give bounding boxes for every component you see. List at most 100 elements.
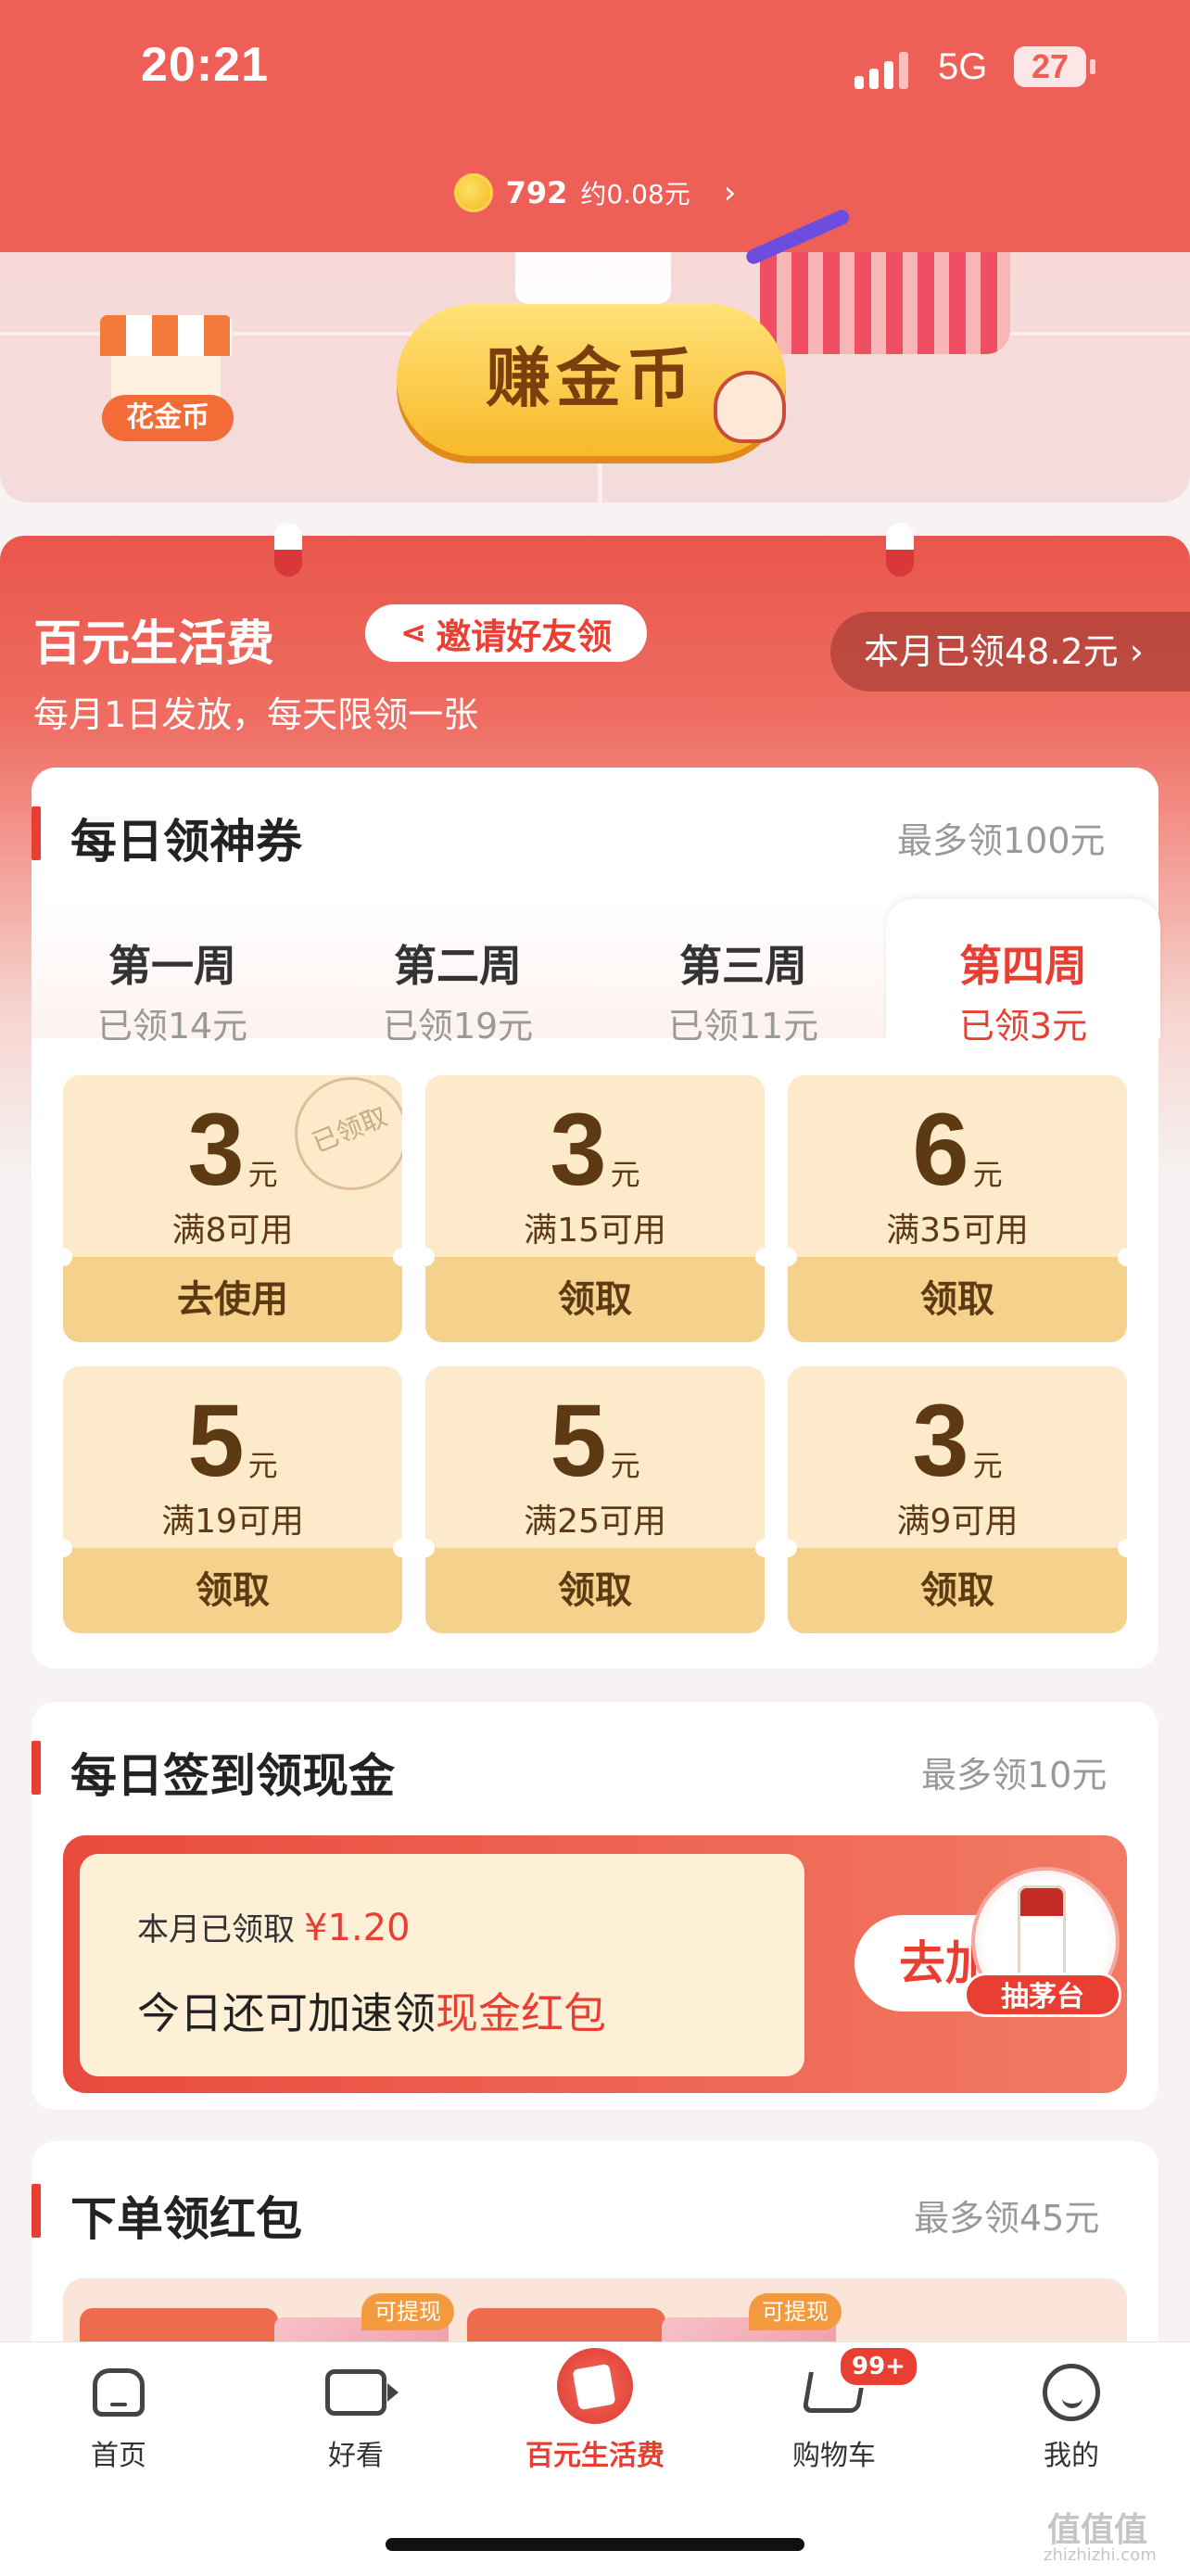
pin-icon xyxy=(274,523,302,577)
coin-icon xyxy=(453,173,493,212)
order-redpack-max: 最多领45元 xyxy=(914,2198,1100,2239)
invite-friends-button[interactable]: ⋖ 邀请好友领 xyxy=(365,604,647,662)
home-indicator[interactable] xyxy=(386,2538,804,2551)
cart-count-badge: 99+ xyxy=(838,2345,919,2388)
profile-icon xyxy=(1043,2364,1100,2421)
coupon-condition: 满25可用 xyxy=(524,1503,666,1541)
tab-home[interactable]: 首页 xyxy=(26,2360,211,2473)
video-icon xyxy=(325,2369,399,2416)
section-marker xyxy=(32,2184,41,2238)
tab-label: 好看 xyxy=(328,2440,384,2472)
daily-checkin-max: 最多领10元 xyxy=(921,1755,1108,1796)
month-claimed-label: 本月已领取 xyxy=(137,1911,295,1948)
chevron-right-icon: › xyxy=(723,174,737,211)
tab-week-3[interactable]: 第三周 已领11元 xyxy=(606,899,880,1047)
share-icon: ⋖ xyxy=(399,615,427,652)
section-marker xyxy=(32,1741,41,1795)
tab-watch[interactable]: 好看 xyxy=(263,2360,449,2473)
basket-illustration xyxy=(760,252,1010,354)
coupon-card: 3元 满8可用 已领取 去使用 xyxy=(63,1075,402,1342)
tab-living-allowance[interactable]: 百元生活费 xyxy=(502,2348,688,2473)
claim-coupon-button[interactable]: 领取 xyxy=(425,1257,765,1342)
daily-checkin-title: 每日签到领现金 xyxy=(70,1749,395,1803)
coupon-value: 3 xyxy=(912,1384,969,1498)
page-subtitle: 每月1日发放，每天限领一张 xyxy=(33,694,479,735)
week-name: 第一周 xyxy=(108,941,236,991)
daily-coupons-max: 最多领100元 xyxy=(897,820,1106,861)
network-type: 5G xyxy=(938,46,988,87)
tab-week-1[interactable]: 第一周 已领14元 xyxy=(35,899,310,1047)
gift-box-illustration xyxy=(515,252,671,304)
coupon-unit: 元 xyxy=(972,1449,1003,1482)
cash-info xyxy=(80,1854,804,2076)
coupon-card: 3元 满15可用 领取 xyxy=(425,1075,765,1342)
claim-coupon-button[interactable]: 领取 xyxy=(425,1548,765,1633)
coupon-value: 5 xyxy=(550,1384,607,1498)
tab-label: 我的 xyxy=(1044,2440,1099,2472)
watermark-logo: 值值值 xyxy=(1047,2511,1148,2549)
coupon-unit: 元 xyxy=(610,1158,640,1191)
living-allowance-icon xyxy=(557,2348,633,2424)
watermark-site: zhizhizhi.com xyxy=(1044,2545,1157,2565)
battery-icon: 27 xyxy=(1014,46,1086,87)
month-claimed-button[interactable]: 本月已领48.2元 › xyxy=(830,612,1190,692)
coupon-card: 5元 满25可用 领取 xyxy=(425,1366,765,1633)
coupon-card: 5元 满19可用 领取 xyxy=(63,1366,402,1633)
speedup-text: 今日还可加速领现金红包 xyxy=(137,1980,606,2041)
page-title: 百元生活费 xyxy=(33,616,275,672)
week-amount: 已领3元 xyxy=(958,1006,1088,1047)
status-time: 20:21 xyxy=(141,38,269,92)
use-coupon-button[interactable]: 去使用 xyxy=(63,1257,402,1342)
signal-icon xyxy=(855,52,919,89)
coupon-condition: 满9可用 xyxy=(896,1503,1019,1541)
claim-coupon-button[interactable]: 领取 xyxy=(788,1257,1127,1342)
coin-balance[interactable]: 792 约0.08元 › xyxy=(0,165,1190,221)
coupon-condition: 满19可用 xyxy=(161,1503,304,1541)
coupon-unit: 元 xyxy=(610,1449,640,1482)
pin-icon xyxy=(886,523,914,577)
coin-count: 792 xyxy=(505,175,568,210)
coupon-value: 3 xyxy=(550,1093,607,1207)
week-name: 第三周 xyxy=(679,941,807,991)
tab-week-4[interactable]: 第四周 已领3元 xyxy=(886,899,1160,1047)
coupon-unit: 元 xyxy=(247,1158,278,1191)
coupon-condition: 满15可用 xyxy=(524,1212,666,1250)
tab-week-2[interactable]: 第二周 已领19元 xyxy=(321,899,595,1047)
month-claimed-text: 本月已领取 ¥1.20 xyxy=(137,1904,411,1949)
month-claimed-amount: ¥1.20 xyxy=(304,1907,411,1949)
coupon-card: 3元 满9可用 领取 xyxy=(788,1366,1127,1633)
week-amount: 已领14元 xyxy=(96,1006,248,1047)
spend-coins-button[interactable]: 花金币 xyxy=(102,395,234,441)
tab-label: 首页 xyxy=(91,2440,146,2472)
week-amount: 已领11元 xyxy=(667,1006,819,1047)
tab-label: 购物车 xyxy=(792,2440,876,2472)
week-amount: 已领19元 xyxy=(382,1006,534,1047)
coin-equivalent: 约0.08元 xyxy=(580,179,690,209)
tab-profile[interactable]: 我的 xyxy=(979,2360,1164,2473)
section-marker xyxy=(32,806,41,860)
tab-label: 百元生活费 xyxy=(525,2440,665,2472)
coupon-condition: 满35可用 xyxy=(886,1212,1029,1250)
speedup-prefix: 今日还可加速领 xyxy=(137,1988,436,2038)
battery-tip xyxy=(1090,59,1095,74)
coupon-unit: 元 xyxy=(247,1449,278,1482)
withdrawable-tag: 可提现 xyxy=(361,2293,454,2330)
coupon-value: 6 xyxy=(912,1093,969,1207)
order-redpack-title: 下单领红包 xyxy=(70,2192,302,2246)
claim-coupon-button[interactable]: 领取 xyxy=(63,1548,402,1633)
week-name: 第四周 xyxy=(959,941,1087,991)
coupon-unit: 元 xyxy=(972,1158,1003,1191)
invite-label: 邀请好友领 xyxy=(436,615,613,657)
coupon-value: 3 xyxy=(187,1093,245,1207)
week-name: 第二周 xyxy=(394,941,522,991)
coupon-value: 5 xyxy=(187,1384,245,1498)
daily-coupons-title: 每日领神券 xyxy=(70,815,302,869)
pointing-hand-icon xyxy=(714,371,786,443)
coupon-card: 6元 满35可用 领取 xyxy=(788,1075,1127,1342)
cash-redpack-highlight: 现金红包 xyxy=(436,1988,606,2038)
coupon-condition: 满8可用 xyxy=(171,1212,294,1250)
home-icon xyxy=(93,2368,145,2417)
claim-coupon-button[interactable]: 领取 xyxy=(788,1548,1127,1633)
maotai-lottery-label[interactable]: 抽茅台 xyxy=(964,1973,1121,2017)
withdrawable-tag: 可提现 xyxy=(749,2293,842,2330)
